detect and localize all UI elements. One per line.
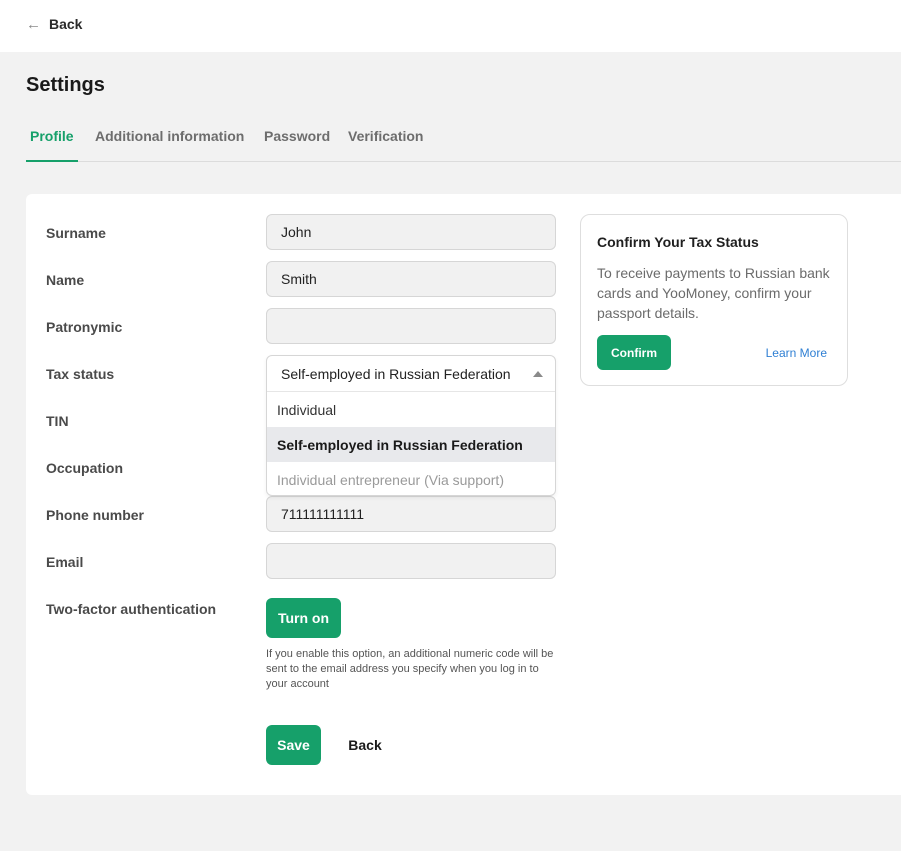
page-title: Settings (26, 74, 105, 96)
tin-label: TIN (46, 413, 69, 429)
tax-option-individual[interactable]: Individual (267, 392, 555, 427)
surname-field[interactable] (266, 214, 556, 250)
tax-status-select-value[interactable]: Self-employed in Russian Federation (267, 356, 555, 392)
turn-on-2fa-button[interactable]: Turn on (266, 598, 341, 638)
tax-card-text: To receive payments to Russian bank card… (597, 265, 830, 321)
email-label: Email (46, 554, 84, 570)
tax-status-selected-label: Self-employed in Russian Federation (281, 365, 511, 382)
caret-up-icon (533, 370, 543, 377)
save-button[interactable]: Save (266, 725, 321, 765)
tax-option-self-employed[interactable]: Self-employed in Russian Federation (267, 427, 555, 462)
tab-additional-information[interactable]: Additional information (95, 128, 244, 162)
two-factor-helper-text: If you enable this option, an additional… (266, 648, 554, 690)
tax-status-label: Tax status (46, 366, 115, 382)
tax-option-individual-entrepreneur: Individual entrepreneur (Via support) (277, 471, 504, 488)
tax-card-title: Confirm Your Tax Status (597, 234, 759, 250)
tab-verification[interactable]: Verification (348, 128, 423, 162)
phone-field[interactable] (266, 496, 556, 532)
patronymic-label: Patronymic (46, 319, 123, 335)
back-link-label: Back (49, 16, 83, 32)
learn-more-link[interactable]: Learn More (766, 346, 827, 360)
tax-status-card: Confirm Your Tax Status To receive payme… (580, 214, 848, 386)
tab-password[interactable]: Password (264, 128, 330, 162)
back-link[interactable]: ← Back (26, 16, 82, 32)
arrow-left-icon: ← (26, 15, 41, 33)
settings-tabs: Profile Additional information Password … (26, 120, 901, 162)
two-factor-label: Two-factor authentication (46, 601, 217, 617)
name-field[interactable] (266, 261, 556, 297)
tab-profile[interactable]: Profile (26, 128, 78, 162)
occupation-label: Occupation (46, 460, 124, 476)
tax-status-select[interactable]: Self-employed in Russian Federation Indi… (266, 355, 556, 496)
top-bar: ← Back (0, 0, 901, 52)
confirm-button[interactable]: Confirm (597, 335, 671, 370)
email-field[interactable] (266, 543, 556, 579)
patronymic-field[interactable] (266, 308, 556, 344)
phone-label: Phone number (46, 507, 145, 523)
name-label: Name (46, 272, 85, 288)
back-button[interactable]: Back (335, 725, 395, 765)
surname-label: Surname (46, 225, 106, 241)
